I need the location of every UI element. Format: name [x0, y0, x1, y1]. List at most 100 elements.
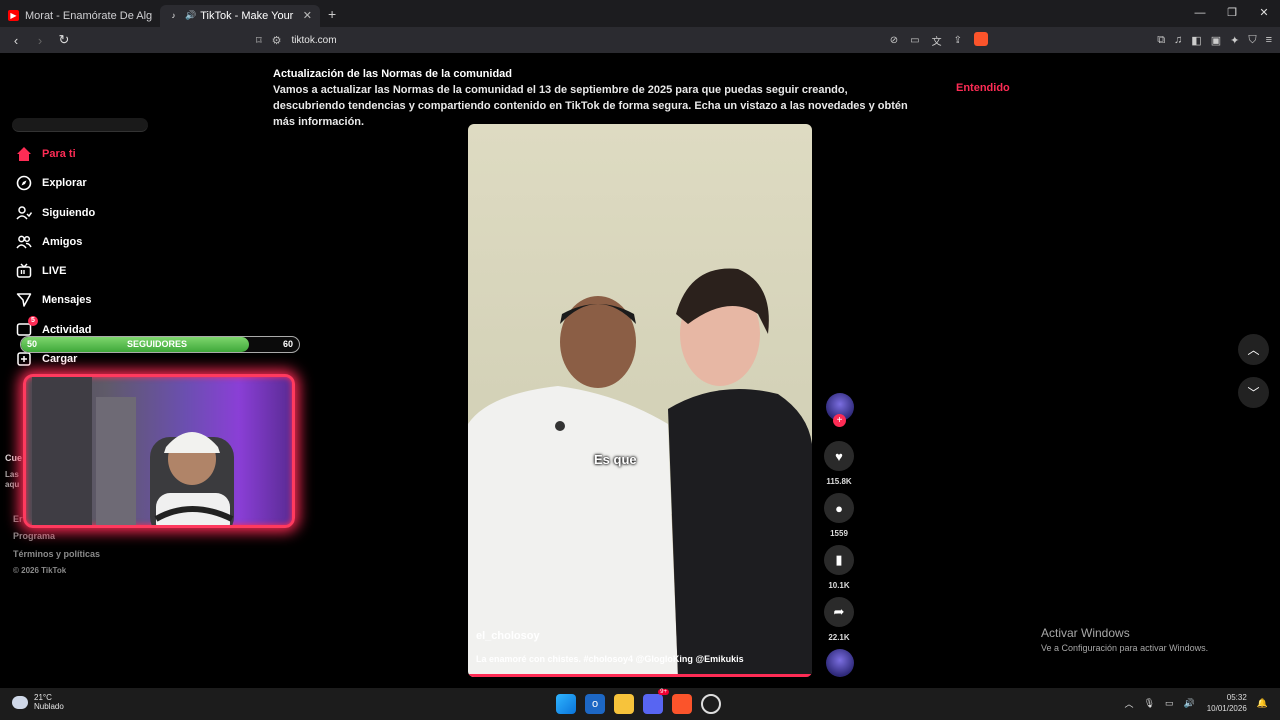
notice-body: Vamos a actualizar las Normas de la comu…: [273, 84, 908, 128]
tab-tiktok[interactable]: ♪ 🔊 TikTok - Make Your Day ✕: [160, 4, 320, 27]
tab-title: TikTok - Make Your Day: [200, 9, 297, 22]
tab-title: Morat - Enamórate De Alguien Más (: [25, 9, 152, 22]
vpn-icon[interactable]: ⛉: [1248, 34, 1256, 47]
sidebar-item-label: Actividad: [42, 324, 92, 336]
copyright: © 2026 TikTok: [13, 566, 67, 575]
like-count: 115.8K: [826, 477, 852, 486]
follow-plus-icon[interactable]: +: [833, 414, 846, 427]
outlook-icon[interactable]: o: [585, 694, 605, 714]
share-arrow-icon[interactable]: ➦: [824, 597, 854, 627]
address-bar[interactable]: ⌑ ⚙ tiktok.com ⊘ ▭ 文 ⇪: [256, 30, 998, 50]
like-action[interactable]: ♥ 115.8K: [823, 441, 855, 486]
sidebar-item-label: LIVE: [42, 265, 67, 277]
share-icon[interactable]: ⇪: [954, 35, 962, 46]
site-settings-icon[interactable]: ⚙: [272, 34, 282, 47]
sidebar-item-live[interactable]: LIVE: [16, 261, 66, 281]
room-door: [32, 377, 92, 525]
close-tab-icon[interactable]: ✕: [303, 9, 312, 22]
volume-icon[interactable]: 🔊: [1184, 698, 1195, 709]
wallet-icon[interactable]: ▣: [1211, 34, 1221, 47]
close-window-button[interactable]: ✕: [1248, 0, 1280, 27]
no-script-icon[interactable]: ⊘: [890, 35, 898, 46]
webcam-overlay: [23, 374, 295, 528]
previous-video-button[interactable]: ︿: [1238, 334, 1269, 365]
windows-taskbar: 21°C Nublado o 9+ ︿ 🎙 ▭ 🔊 05:32 10/01/20…: [0, 688, 1280, 720]
sidebar-item-para-ti[interactable]: Para ti: [16, 144, 76, 164]
restore-button[interactable]: ❐: [1216, 0, 1248, 27]
back-icon[interactable]: ‹: [6, 33, 26, 48]
taskbar-apps: o 9+: [556, 689, 730, 714]
live-icon: [16, 263, 32, 279]
comment-action[interactable]: ● 1559: [823, 493, 855, 538]
activity-badge: 5: [28, 316, 38, 326]
sidebar-item-mensajes[interactable]: Mensajes: [16, 290, 92, 310]
sidebar-item-label: Siguiendo: [42, 207, 96, 219]
room-shelf: [96, 397, 136, 525]
tray-chevron-icon[interactable]: ︿: [1125, 697, 1134, 710]
url-actions: ⊘ ▭ 文 ⇪: [878, 30, 988, 50]
sidebar-icon[interactable]: ◧: [1191, 34, 1201, 47]
bookmark-icon[interactable]: ▮: [824, 545, 854, 575]
compass-icon: [16, 175, 32, 191]
brave-shields-icon[interactable]: [974, 31, 988, 49]
weather-widget[interactable]: 21°C Nublado: [12, 693, 64, 711]
system-tray: ︿ 🎙 ▭ 🔊 05:32 10/01/2026 🔔: [1115, 692, 1268, 714]
tabs-icon[interactable]: ⧉: [1157, 34, 1165, 47]
discord-badge: 9+: [658, 689, 669, 695]
windows-start-icon[interactable]: [556, 694, 576, 714]
sound-avatar[interactable]: [826, 649, 854, 677]
toolbar-right: ⧉ ♫ ◧ ▣ ✦ ⛉ ≡: [1148, 27, 1272, 53]
clock-time: 05:32: [1226, 693, 1247, 702]
video-subtitle: Es que: [594, 452, 637, 467]
file-explorer-icon[interactable]: [614, 694, 634, 714]
forward-icon[interactable]: ›: [30, 33, 50, 48]
weather-desc: Nublado: [34, 702, 64, 711]
footer-link-terminos[interactable]: Términos y políticas: [13, 549, 100, 559]
sidebar-item-explorar[interactable]: Explorar: [16, 173, 87, 193]
brave-icon[interactable]: [672, 694, 692, 714]
browser-toolbar: ‹ › ↻ ⌑ ⚙ tiktok.com ⊘ ▭ 文 ⇪ ⧉ ♫ ◧ ▣ ✦ ⛉…: [0, 27, 1280, 53]
home-icon: [16, 146, 32, 162]
media-icon[interactable]: ♫: [1174, 34, 1182, 46]
translate-icon[interactable]: 文: [932, 33, 942, 48]
youtube-icon: ▶: [8, 10, 19, 21]
network-icon[interactable]: ▭: [1165, 698, 1174, 709]
video-player[interactable]: Es que el_cholosoy La enamoré con chiste…: [468, 124, 812, 677]
obs-icon[interactable]: [701, 694, 721, 714]
reload-icon[interactable]: ↻: [54, 32, 74, 48]
video-author[interactable]: el_cholosoy: [476, 630, 540, 642]
clock[interactable]: 05:32 10/01/2026: [1207, 692, 1247, 714]
search-input[interactable]: [12, 118, 148, 132]
weather-temp: 21°C: [34, 693, 52, 702]
menu-icon[interactable]: ≡: [1266, 34, 1272, 46]
discord-icon[interactable]: 9+: [643, 689, 669, 714]
heart-icon[interactable]: ♥: [824, 441, 854, 471]
sidebar-item-label: Amigos: [42, 236, 83, 248]
bookmark-icon[interactable]: ⌑: [256, 34, 262, 47]
save-action[interactable]: ▮ 10.1K: [823, 545, 855, 590]
video-caption[interactable]: La enamoré con chistes. #cholosoy4 @Glog…: [476, 654, 744, 664]
next-video-button[interactable]: ﹀: [1238, 377, 1269, 408]
sidebar-item-label: Mensajes: [42, 294, 92, 306]
comment-count: 1559: [830, 529, 848, 538]
tab-morat[interactable]: ▶ Morat - Enamórate De Alguien Más (: [0, 5, 160, 27]
share-action[interactable]: ➦ 22.1K: [823, 597, 855, 642]
notice-understood-button[interactable]: Entendido: [956, 82, 1010, 94]
new-tab-button[interactable]: +: [328, 6, 336, 22]
minimize-button[interactable]: —: [1184, 0, 1216, 27]
leo-icon[interactable]: ✦: [1230, 34, 1239, 47]
notification-bell-icon[interactable]: 🔔: [1257, 698, 1268, 709]
community-notice: Actualización de las Normas de la comuni…: [273, 66, 913, 130]
friends-icon: [16, 234, 32, 250]
sidebar-item-siguiendo[interactable]: Siguiendo: [16, 203, 95, 223]
following-icon: [16, 205, 32, 221]
partial-heading: Cue: [5, 453, 23, 463]
comment-icon[interactable]: ●: [824, 493, 854, 523]
microphone-icon[interactable]: 🎙: [1144, 698, 1155, 709]
sidebar-item-amigos[interactable]: Amigos: [16, 232, 82, 252]
window-controls: — ❐ ✕: [1184, 0, 1280, 27]
footer-link-programa[interactable]: Programa: [13, 531, 55, 541]
video-progress-bar[interactable]: [468, 674, 812, 677]
cast-icon[interactable]: ▭: [910, 35, 919, 46]
sidebar-item-label: Explorar: [42, 177, 87, 189]
